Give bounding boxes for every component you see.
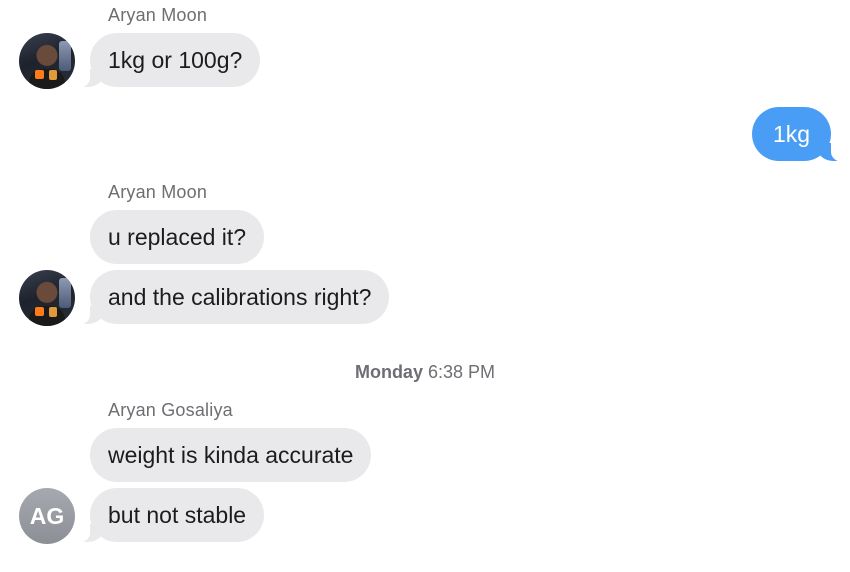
avatar-photo-detail	[59, 41, 71, 71]
message-bubble-incoming[interactable]: 1kg or 100g?	[75, 33, 261, 88]
message-bubble-incoming[interactable]: but not stable	[75, 488, 265, 543]
avatar-photo-detail	[49, 70, 57, 80]
timestamp-day: Monday	[354, 362, 423, 382]
avatar-photo-detail	[35, 307, 44, 316]
avatar-photo-detail	[35, 70, 44, 79]
sender-name: Aryan Moon	[108, 182, 208, 202]
sender-name: Aryan Gosaliya	[108, 400, 233, 420]
timestamp-divider: Monday 6:38 PM	[0, 362, 850, 383]
avatar-initials: AG	[29, 502, 65, 529]
message-bubble-incoming[interactable]: and the calibrations right?	[75, 270, 390, 325]
avatar-aryan-moon[interactable]	[19, 33, 75, 89]
avatar-aryan-moon[interactable]	[19, 270, 75, 326]
avatar-photo-detail	[49, 307, 57, 317]
timestamp-time: 6:38 PM	[427, 362, 496, 382]
avatar-photo-detail	[59, 278, 71, 308]
sender-name: Aryan Moon	[108, 5, 208, 25]
message-bubble-outgoing[interactable]: 1kg	[752, 107, 845, 162]
message-bubble-incoming[interactable]: weight is kinda accurate	[90, 428, 372, 482]
message-bubble-incoming[interactable]: u replaced it?	[90, 210, 265, 264]
avatar-aryan-gosaliya[interactable]: AG	[19, 488, 75, 544]
